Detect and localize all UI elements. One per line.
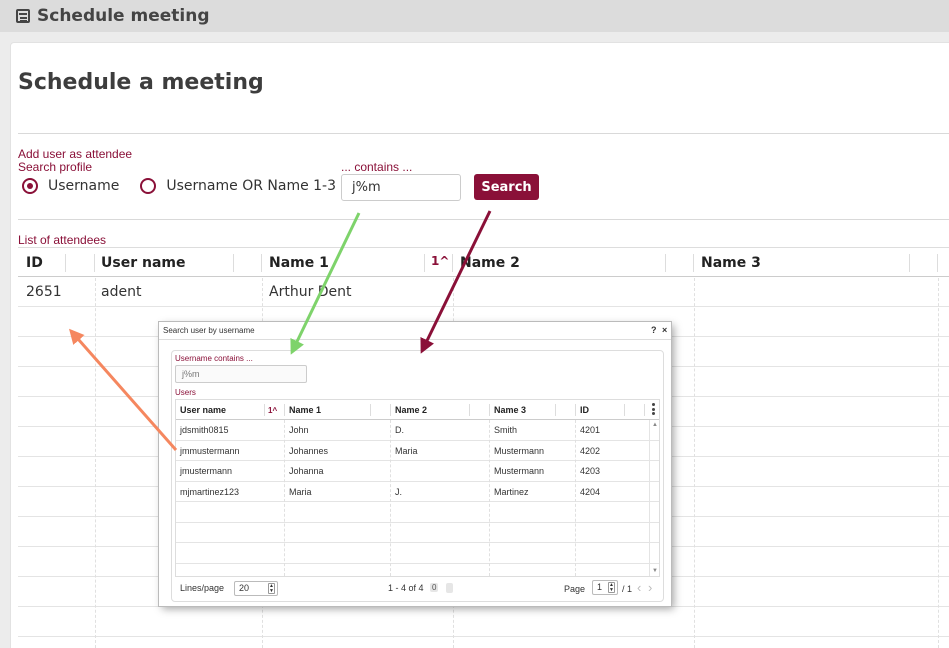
arrow-orange	[69, 328, 178, 451]
annotation-arrows	[69, 210, 492, 451]
arrow-maroon	[420, 210, 492, 354]
arrow-green	[290, 212, 361, 355]
